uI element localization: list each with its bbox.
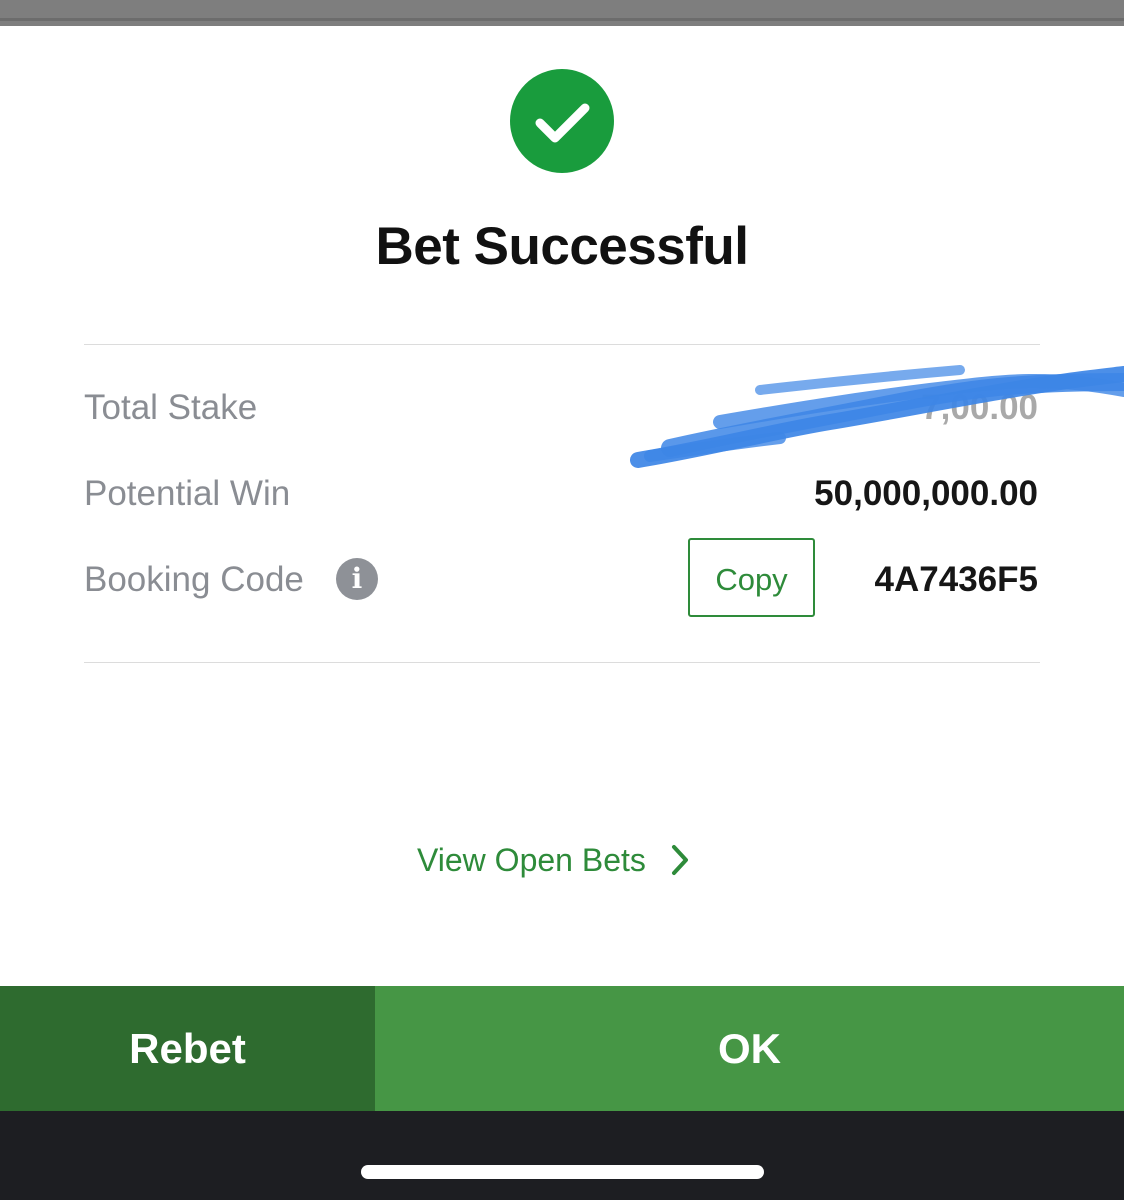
ok-button[interactable]: OK <box>375 986 1124 1111</box>
booking-code-label: Booking Code <box>84 560 304 599</box>
info-icon[interactable]: i <box>336 558 378 600</box>
summary-top-divider <box>84 344 1040 345</box>
total-stake-label: Total Stake <box>84 388 258 427</box>
copy-booking-code-button[interactable]: Copy <box>688 538 815 617</box>
top-strip-divider <box>0 18 1124 21</box>
chevron-right-icon <box>671 845 688 875</box>
rebet-button[interactable]: Rebet <box>0 986 375 1111</box>
home-indicator[interactable] <box>361 1165 764 1179</box>
rebet-button-label: Rebet <box>129 1024 246 1072</box>
potential-win-label: Potential Win <box>84 474 291 513</box>
ok-button-label: OK <box>718 1024 781 1072</box>
top-background-strip <box>0 0 1124 26</box>
potential-win-value: 50,000,000.00 <box>814 474 1038 513</box>
view-open-bets-label: View Open Bets <box>417 841 646 878</box>
view-open-bets-link[interactable]: View Open Bets <box>417 838 690 882</box>
summary-bottom-divider <box>84 662 1040 663</box>
booking-code-value: 4A7436F5 <box>874 560 1038 599</box>
page-title: Bet Successful <box>375 217 749 276</box>
system-bottom-bar <box>0 1111 1124 1200</box>
check-circle-icon <box>510 69 614 173</box>
redaction-scribble <box>630 365 1124 468</box>
